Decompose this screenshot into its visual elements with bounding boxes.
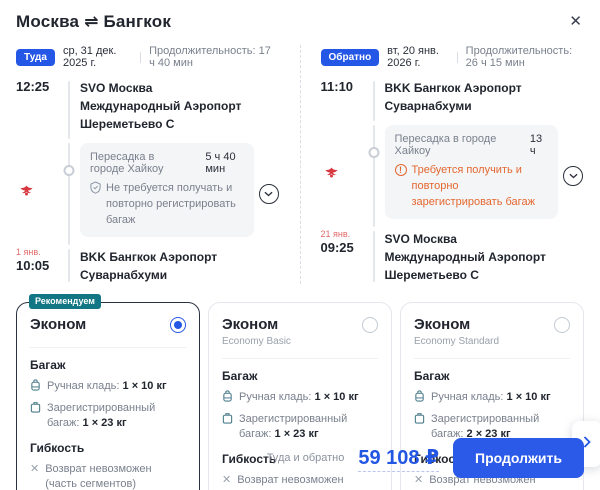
checkout-footer: Туда и обратно 59 108 ₽ Продолжить (267, 438, 584, 478)
airline-logo-icon (323, 165, 340, 187)
backpack-icon (414, 390, 425, 407)
arrive-date: 1 янв. (16, 246, 41, 257)
baggage-heading: Багаж (30, 357, 66, 372)
segment-inbound: Обратно вт, 20 янв. 2026 г. Продолжитель… (299, 45, 585, 284)
checked-baggage-row: Зарегистрированный багаж: 1 × 23 кг (222, 412, 378, 442)
hand-luggage-row: Ручная кладь: 1 × 10 кг (414, 390, 570, 407)
depart-airport: SVO Москва Международный Аэропорт Шереме… (80, 81, 242, 131)
fare-title: Эконом (222, 315, 279, 333)
arrive-time: 10:05 (16, 257, 50, 273)
timeline-rail (62, 79, 76, 141)
fare-title: Эконом (414, 315, 471, 333)
timeline-rail (367, 123, 381, 229)
transfer-info-outbound: Пересадка в городе Хайкоу 5 ч 40 мин Не … (80, 143, 254, 237)
airline-logo-icon (18, 183, 35, 205)
backpack-icon (222, 390, 233, 407)
refund-row: ✕ Возврат невозможен (часть сегментов) (30, 463, 152, 490)
fare-radio[interactable] (554, 316, 570, 333)
segment-date: ср, 31 дек. 2025 г. (62, 45, 117, 69)
airline-logo-cell (16, 141, 58, 247)
total-price[interactable]: 59 108 ₽ (358, 445, 440, 472)
x-icon: ✕ (30, 463, 40, 476)
direction-badge-inbound: Обратно (320, 48, 380, 66)
flight-details-modal: Москва ⇌ Бангкок ✕ Туда ср, 31 дек. 2025… (0, 0, 600, 490)
segment-inbound-body: 11:10 BKK Бангкок Аэропорт Суварнабхуми … (321, 79, 585, 284)
divider (30, 346, 186, 348)
divider (222, 357, 378, 359)
baggage-note: Не требуется получать и повторно регистр… (90, 181, 244, 229)
backpack-icon (30, 379, 41, 396)
segment-outbound-header: Туда ср, 31 дек. 2025 г. Продолжительнос… (16, 45, 280, 69)
hand-luggage-row: Ручная кладь: 1 × 10 кг (222, 390, 378, 407)
chevron-right-icon (583, 435, 591, 453)
hand-luggage-row: Ручная кладь: 1 × 10 кг (30, 379, 186, 396)
flexibility-heading: Гибкость (30, 441, 85, 456)
fare-subtitle: Economy Basic (222, 335, 291, 347)
depart-time: 12:25 (16, 79, 50, 94)
divider (140, 51, 142, 63)
suitcase-icon (222, 412, 233, 429)
direction-badge-outbound: Туда (16, 48, 55, 66)
timeline-rail (62, 247, 76, 284)
airline-logo-cell (321, 123, 363, 229)
depart-airport: BKK Бангкок Аэропорт Суварнабхуми (384, 81, 522, 113)
expand-details-chevron-down-icon[interactable] (563, 165, 583, 186)
shield-icon (90, 181, 101, 229)
baggage-warning: ! Требуется получить и повторно зарегист… (394, 163, 549, 211)
checked-baggage-row: Зарегистрированный багаж: 1 × 23 кг (30, 401, 186, 431)
arrive-airport: SVO Москва Международный Аэропорт Шереме… (384, 231, 546, 282)
fare-radio[interactable] (362, 316, 378, 333)
arrive-airport: BKK Бангкок Аэропорт Суварнабхуми (80, 249, 218, 282)
transfer-duration: 13 ч (529, 133, 543, 157)
fare-radio-selected[interactable] (170, 316, 186, 333)
transfer-city: Пересадка в городе Хайкоу (90, 151, 164, 175)
close-icon[interactable]: ✕ (567, 10, 584, 33)
expand-details-chevron-down-icon[interactable] (258, 183, 279, 204)
total-label: Туда и обратно (266, 452, 345, 464)
baggage-heading: Багаж (222, 368, 258, 383)
suitcase-icon (30, 401, 41, 418)
checked-baggage-row: Зарегистрированный багаж: 2 × 23 кг (414, 412, 570, 442)
continue-button[interactable]: Продолжить (453, 438, 584, 478)
segment-date: вт, 20 янв. 2026 г. (387, 45, 439, 69)
timeline-rail (367, 229, 381, 284)
segment-duration: Продолжительность: 17 ч 40 мин (149, 45, 271, 69)
segment-outbound: Туда ср, 31 дек. 2025 г. Продолжительнос… (16, 45, 280, 284)
transfer-info-inbound: Пересадка в городе Хайкоу 13 ч ! Требует… (384, 125, 558, 219)
segment-outbound-body: 12:25 SVO Москва Международный Аэропорт … (16, 79, 280, 284)
suitcase-icon (414, 412, 425, 429)
page-title: Москва ⇌ Бангкок (16, 12, 172, 31)
fare-card-economy-recommended[interactable]: Рекомендуем Эконом Багаж Ручная кладь: 1… (16, 293, 200, 490)
arrive-time: 09:25 (320, 239, 354, 255)
baggage-heading: Багаж (414, 368, 450, 383)
arrive-date: 21 янв. (320, 228, 351, 239)
segment-duration: Продолжительность: 26 ч 15 мин (465, 45, 573, 69)
fare-title: Эконом (30, 315, 87, 333)
x-icon: ✕ (222, 474, 232, 487)
timeline-rail (62, 141, 76, 247)
flight-segments: Туда ср, 31 дек. 2025 г. Продолжительнос… (16, 45, 584, 284)
transfer-duration: 5 ч 40 мин (205, 151, 236, 175)
segment-inbound-header: Обратно вт, 20 янв. 2026 г. Продолжитель… (320, 45, 585, 69)
modal-header: Москва ⇌ Бангкок ✕ (16, 10, 584, 33)
divider (456, 51, 458, 63)
recommended-badge: Рекомендуем (29, 293, 101, 309)
timeline-rail (367, 79, 381, 123)
divider (414, 357, 570, 359)
fare-subtitle: Economy Standard (414, 335, 500, 347)
depart-time: 11:10 (320, 79, 354, 94)
warning-icon: ! (394, 164, 407, 176)
transfer-city: Пересадка в городе Хайкоу (394, 133, 497, 157)
